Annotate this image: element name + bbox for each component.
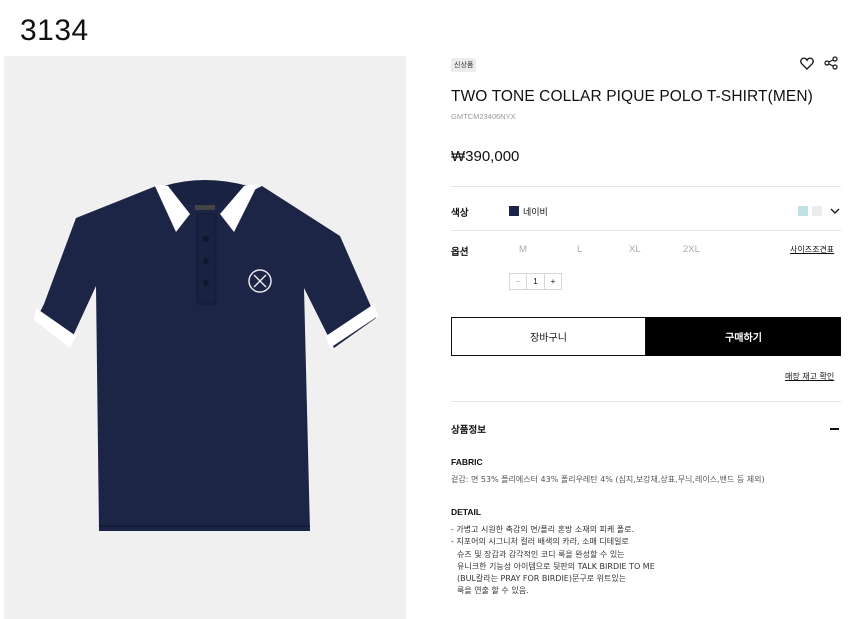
size-option-l[interactable]: L xyxy=(577,244,582,255)
product-price: ₩390,000 xyxy=(451,148,520,165)
size-guide-link[interactable]: 사이즈조견표 xyxy=(790,244,834,255)
chevron-down-icon[interactable] xyxy=(829,205,841,217)
add-to-cart-button[interactable]: 장바구니 xyxy=(451,317,646,356)
size-option-m[interactable]: M xyxy=(519,244,527,255)
detail-line: - 지포어의 시그니처 컬러 배색의 카라, 소매 디테일로 xyxy=(451,537,629,547)
detail-line: 유니크한 기능성 아이템으로 뒷판의 TALK BIRDIE TO ME xyxy=(457,561,655,571)
detail-text: - 가볍고 시원한 촉감의 면/폴리 혼방 소재의 피케 폴로. - 지포어의 … xyxy=(451,524,655,598)
detail-line: - 가볍고 시원한 촉감의 면/폴리 혼방 소재의 피케 폴로. xyxy=(451,525,635,534)
fabric-text: 겉감: 면 53% 폴리에스터 43% 폴리우레탄 4% (심지,보강재,상표,… xyxy=(451,475,765,484)
color-label: 색상 xyxy=(451,208,469,219)
detail-title: DETAIL xyxy=(451,507,482,517)
fabric-title: FABRIC xyxy=(451,457,483,467)
detail-line: 슈즈 및 장갑과 감각적인 코디 룩을 완성할 수 있는 xyxy=(457,549,625,559)
divider xyxy=(451,401,841,402)
option-label: 옵션 xyxy=(451,247,469,258)
quantity-minus-button[interactable]: − xyxy=(510,274,527,289)
product-info-title: 상품정보 xyxy=(451,425,486,436)
share-button[interactable] xyxy=(824,56,838,70)
quantity-stepper: − 1 + xyxy=(509,273,562,290)
color-swatch-option[interactable] xyxy=(812,206,822,216)
color-swatch-option[interactable] xyxy=(798,206,808,216)
minus-icon[interactable] xyxy=(830,428,839,430)
size-option-xl[interactable]: XL xyxy=(629,244,641,255)
quantity-value[interactable]: 1 xyxy=(527,274,544,289)
quantity-plus-button[interactable]: + xyxy=(544,274,561,289)
size-option-2xl[interactable]: 2XL xyxy=(683,244,700,255)
detail-line: (BUL칼라는 PRAY FOR BIRDIE)문구로 위트있는 xyxy=(457,574,627,584)
share-icon xyxy=(824,56,838,70)
divider xyxy=(451,186,841,187)
wishlist-button[interactable] xyxy=(800,56,814,70)
divider xyxy=(451,230,841,231)
color-swatch-selected[interactable] xyxy=(509,206,519,216)
product-title: TWO TONE COLLAR PIQUE POLO T-SHIRT(MEN) xyxy=(451,88,813,105)
color-name: 네이비 xyxy=(523,208,548,218)
detail-line: 룩을 연출 할 수 있음. xyxy=(457,586,529,596)
buy-now-button[interactable]: 구매하기 xyxy=(646,317,841,356)
heart-icon xyxy=(800,56,814,70)
new-badge: 신상품 xyxy=(451,58,477,72)
page-number: 3134 xyxy=(20,14,89,47)
store-stock-link[interactable]: 매장 재고 확인 xyxy=(785,371,834,382)
product-code: GMTCM23406NYX xyxy=(451,112,516,121)
product-image xyxy=(4,56,406,619)
